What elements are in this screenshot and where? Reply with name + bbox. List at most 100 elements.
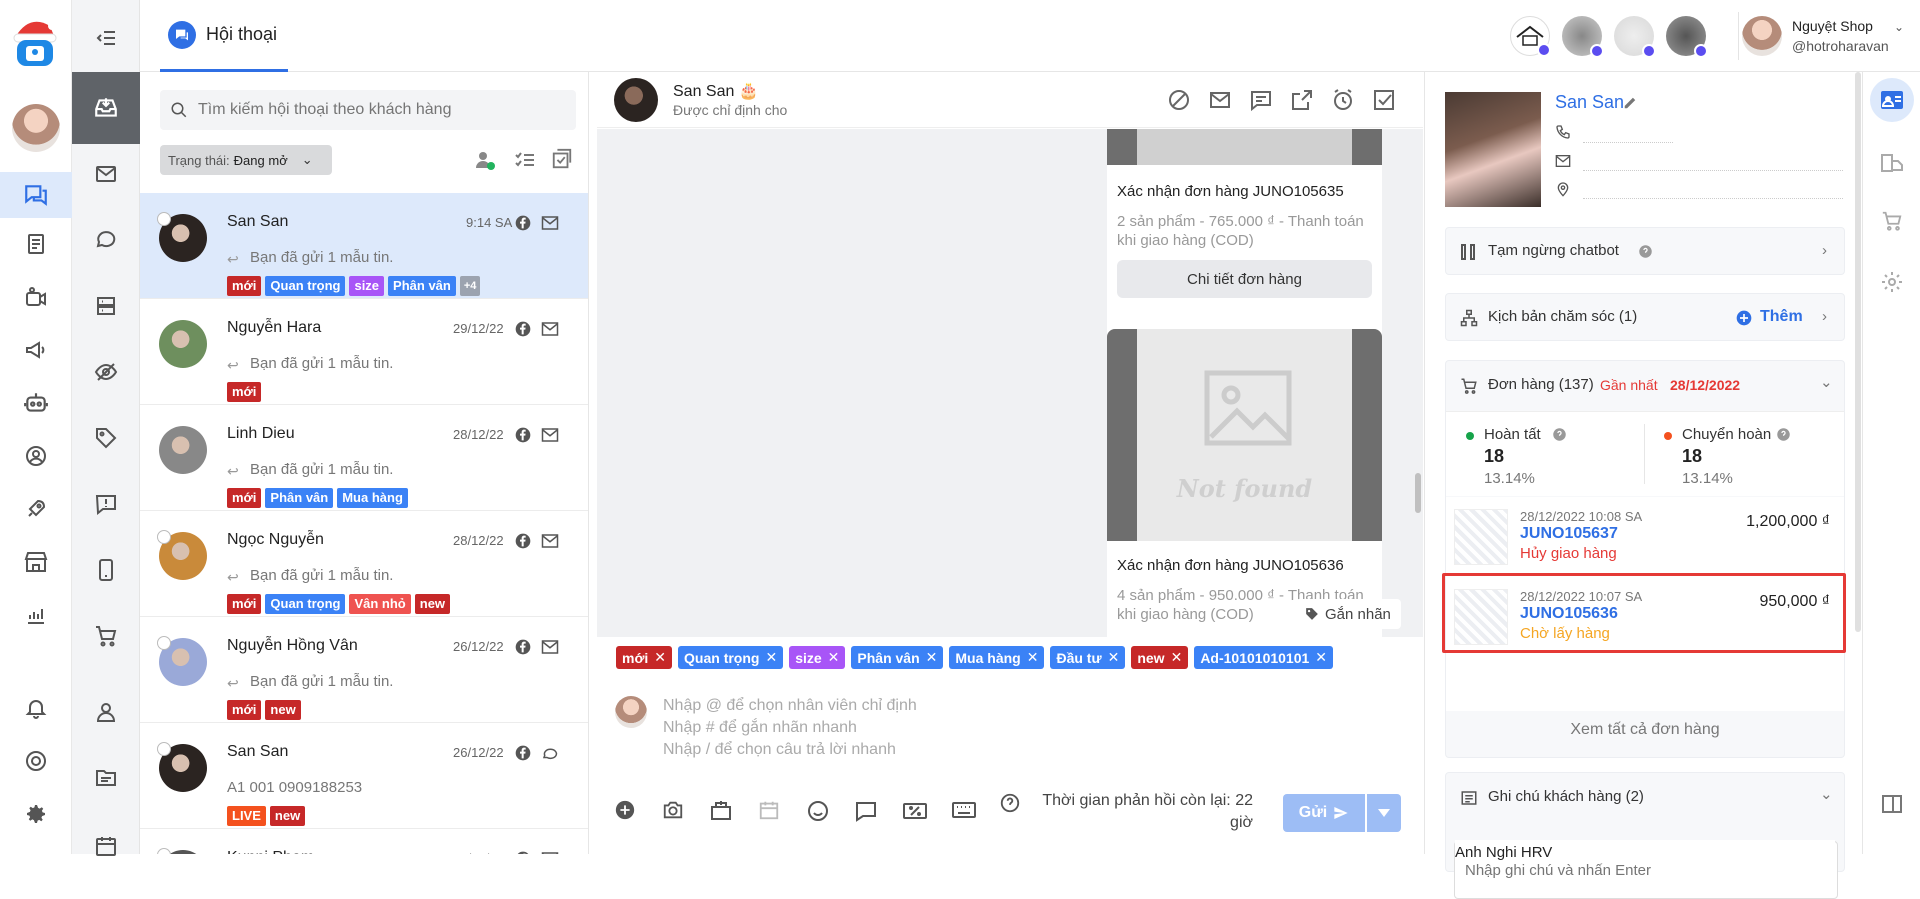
chevron-down-icon[interactable]: ⌄ — [1894, 20, 1904, 34]
app-logo[interactable] — [10, 14, 60, 68]
view-all-orders-link[interactable]: Xem tất cả đơn hàng — [1446, 721, 1844, 739]
shop-avatar[interactable] — [1742, 16, 1782, 56]
open-external-icon[interactable] — [1290, 88, 1314, 112]
conversation-row[interactable]: San San 26/12/22 A1 001 0909188253 LIVE n… — [140, 723, 588, 829]
megaphone-nav-icon[interactable] — [18, 332, 54, 368]
phone-line[interactable] — [1583, 142, 1673, 143]
collapse-menu-icon[interactable] — [86, 18, 126, 58]
applied-tag[interactable]: Phân vân ✕ — [851, 646, 944, 669]
tab-conversations[interactable]: Hội thoại — [160, 0, 288, 72]
contact-avatar[interactable] — [614, 78, 658, 122]
rocket-nav-icon[interactable] — [18, 491, 54, 527]
camera-icon[interactable] — [661, 799, 685, 821]
inbox-alert-icon[interactable] — [86, 484, 126, 524]
notification-icon[interactable] — [18, 690, 54, 726]
order-item[interactable]: 28/12/2022 10:08 SA JUNO105637 Hủy giao … — [1454, 501, 1838, 573]
done-check-icon[interactable] — [1372, 88, 1396, 112]
applied-tag[interactable]: Quan trọng ✕ — [678, 646, 784, 669]
contact-name[interactable]: San San 🎂 — [673, 81, 759, 101]
settings-icon[interactable] — [18, 796, 54, 832]
keyboard-icon[interactable] — [951, 800, 977, 820]
shop-name[interactable]: Nguyệt Shop — [1792, 18, 1873, 34]
help-circle-icon[interactable] — [1638, 244, 1653, 259]
help-circle-icon[interactable] — [1776, 427, 1791, 442]
transfer-icon[interactable] — [1880, 152, 1904, 174]
close-icon[interactable]: ✕ — [926, 649, 938, 666]
add-attachment-icon[interactable] — [614, 799, 636, 821]
tag-label-button[interactable]: Gắn nhãn — [1295, 599, 1401, 629]
customer-name[interactable]: San San — [1555, 92, 1624, 113]
mark-read-icon[interactable] — [551, 148, 573, 170]
customer-info-tab-icon[interactable] — [1870, 78, 1914, 122]
conversation-row[interactable]: Nguyễn Hồng Vân 26/12/22 ↩ Bạn đã gửi 1 … — [140, 617, 588, 723]
inbox-calendar-icon[interactable] — [86, 826, 126, 866]
cart-tab-icon[interactable] — [1880, 210, 1904, 232]
inbox-phone-icon[interactable] — [86, 550, 126, 590]
page-avatar-4[interactable] — [1666, 16, 1708, 58]
applied-tag[interactable]: mới ✕ — [616, 646, 673, 669]
add-script-label[interactable]: Thêm — [1760, 308, 1803, 326]
close-icon[interactable]: ✕ — [1027, 649, 1039, 666]
livestream-nav-icon[interactable] — [18, 279, 54, 315]
mail-icon[interactable] — [1208, 88, 1232, 112]
emoji-icon[interactable] — [806, 799, 830, 823]
conversation-row[interactable]: Ngọc Nguyễn 28/12/22 ↩ Bạn đã gửi 1 mẫu … — [140, 511, 588, 617]
assign-filter-icon[interactable] — [473, 148, 497, 172]
close-icon[interactable]: ✕ — [765, 649, 777, 666]
toggle-panel-icon[interactable] — [1881, 794, 1903, 814]
conversation-row[interactable]: Kunni Pham 26/12/22 — [140, 829, 588, 854]
inbox-folder-icon[interactable] — [86, 758, 126, 798]
applied-tag[interactable]: new ✕ — [1131, 646, 1189, 669]
product-icon[interactable] — [709, 798, 733, 822]
inbox-all-icon[interactable] — [86, 88, 126, 128]
customer-nav-icon[interactable] — [18, 438, 54, 474]
inbox-tag-icon[interactable] — [86, 418, 126, 458]
help-circle-icon[interactable] — [1552, 427, 1567, 442]
conversation-row[interactable]: San San 9:14 SA ↩ Bạn đã gửi 1 mẫu tin. … — [140, 193, 588, 299]
inbox-server-icon[interactable] — [86, 286, 126, 326]
message-input[interactable]: Nhập @ để chọn nhân viên chỉ định Nhập #… — [663, 695, 1363, 765]
send-button[interactable]: Gửi — [1283, 794, 1365, 832]
close-icon[interactable]: ✕ — [1171, 649, 1183, 666]
care-script-card[interactable]: Kịch bản chăm sóc (1) Thêm › — [1445, 293, 1845, 341]
chat-nav-icon[interactable] — [18, 177, 54, 213]
close-icon[interactable]: ✕ — [1108, 649, 1120, 666]
quick-reply-icon[interactable] — [854, 799, 878, 823]
pause-chatbot-card[interactable]: Tạm ngừng chatbot › — [1445, 227, 1845, 275]
calendar-icon[interactable] — [758, 799, 780, 821]
scrollbar-thumb[interactable] — [1415, 473, 1421, 513]
bot-nav-icon[interactable] — [18, 385, 54, 421]
conversation-row[interactable]: Linh Dieu 28/12/22 ↩ Bạn đã gửi 1 mẫu ti… — [140, 405, 588, 511]
checklist-icon[interactable] — [513, 148, 537, 172]
applied-tag[interactable]: Đầu tư ✕ — [1050, 646, 1126, 669]
close-icon[interactable]: ✕ — [828, 649, 840, 666]
chevron-down-icon[interactable]: ⌄ — [1820, 785, 1833, 803]
search-box[interactable] — [160, 90, 576, 130]
search-input[interactable] — [198, 90, 568, 130]
report-nav-icon[interactable] — [18, 597, 54, 633]
comment-icon[interactable] — [1249, 88, 1273, 112]
inbox-comments-icon[interactable] — [86, 220, 126, 260]
alarm-icon[interactable] — [1331, 88, 1355, 112]
order-detail-button[interactable]: Chi tiết đơn hàng — [1117, 260, 1372, 298]
discount-icon[interactable] — [902, 800, 928, 822]
status-filter-dropdown[interactable]: Trạng thái: Đang mở ⌄ — [160, 145, 332, 175]
conversation-row[interactable]: Nguyễn Hara 29/12/22 ↩ Bạn đã gửi 1 mẫu … — [140, 299, 588, 405]
applied-tag[interactable]: Ad-10101010101 ✕ — [1194, 646, 1334, 669]
inbox-person-icon[interactable] — [86, 692, 126, 732]
order-code[interactable]: JUNO105637 — [1520, 525, 1618, 543]
store-nav-icon[interactable] — [18, 544, 54, 580]
help-circle-icon[interactable] — [999, 792, 1021, 814]
page-avatar-2[interactable] — [1562, 16, 1604, 58]
applied-tag[interactable]: Mua hàng ✕ — [949, 646, 1045, 669]
email-line[interactable] — [1583, 170, 1843, 171]
applied-tag[interactable]: size ✕ — [789, 646, 846, 669]
close-icon[interactable]: ✕ — [1315, 649, 1327, 666]
inbox-hidden-icon[interactable] — [86, 352, 126, 392]
support-icon[interactable] — [18, 743, 54, 779]
panel-scrollbar[interactable] — [1855, 72, 1861, 632]
close-icon[interactable]: ✕ — [654, 649, 666, 666]
avatar[interactable] — [159, 426, 207, 474]
edit-pencil-icon[interactable] — [1623, 96, 1637, 110]
inbox-messages-icon[interactable] — [86, 154, 126, 194]
